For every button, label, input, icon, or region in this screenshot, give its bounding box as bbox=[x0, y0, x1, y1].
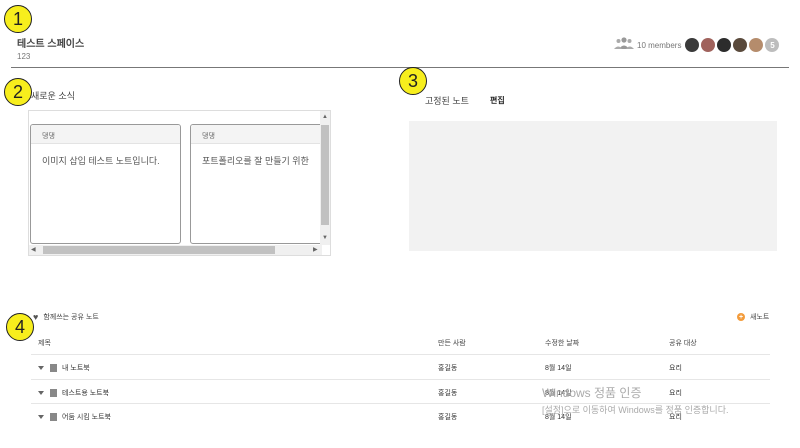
members-count-label: 10 members bbox=[637, 40, 682, 50]
row-date: 8월 14일 bbox=[545, 414, 572, 421]
annotation-marker-2: 2 bbox=[4, 78, 32, 106]
news-card[interactable]: 댕댕 이미지 삽입 테스트 노트입니다. bbox=[30, 124, 181, 244]
column-header-date[interactable]: 수정한 날짜 bbox=[545, 338, 579, 348]
pinned-section-title: 고정된 노트 bbox=[425, 96, 469, 106]
row-date: 8월 14일 bbox=[545, 365, 572, 372]
avatar[interactable] bbox=[701, 38, 716, 52]
card-author: 댕댕 bbox=[31, 125, 180, 144]
row-creator: 홍길동 bbox=[438, 390, 458, 397]
new-note-label: 새노트 bbox=[750, 314, 770, 321]
vertical-scroll-thumb[interactable] bbox=[321, 125, 329, 225]
row-target: 요리 bbox=[669, 365, 682, 372]
row-creator: 홍길동 bbox=[438, 365, 458, 372]
more-members-badge[interactable]: 5 bbox=[765, 38, 780, 52]
column-header-creator[interactable]: 만든 사람 bbox=[438, 338, 466, 348]
expand-caret-icon[interactable] bbox=[38, 391, 44, 396]
annotation-marker-4: 4 bbox=[6, 313, 34, 341]
row-target: 요리 bbox=[669, 414, 682, 421]
avatar[interactable] bbox=[717, 38, 732, 52]
row-title-cell[interactable]: 테스트용 노트북 bbox=[38, 388, 109, 398]
row-target: 요리 bbox=[669, 390, 682, 397]
expand-caret-icon[interactable] bbox=[38, 366, 44, 371]
card-author: 댕댕 bbox=[191, 125, 330, 144]
annotation-marker-3: 3 bbox=[399, 67, 427, 95]
notebook-icon bbox=[50, 389, 57, 398]
table-row[interactable]: 테스트용 노트북 홍길동 8월 14일 요리 bbox=[31, 379, 770, 404]
scroll-down-icon[interactable]: ▼ bbox=[322, 235, 328, 241]
plus-icon: + bbox=[737, 313, 745, 321]
shared-notes-header: ♥ 함께쓰는 공유 노트 bbox=[33, 312, 99, 322]
row-title: 테스트용 노트북 bbox=[62, 390, 110, 397]
table-row[interactable]: 내 노트북 홍길동 8월 14일 요리 bbox=[31, 354, 770, 379]
row-creator: 홍길동 bbox=[438, 414, 458, 421]
avatar[interactable] bbox=[685, 38, 700, 52]
expand-caret-icon[interactable] bbox=[38, 415, 44, 420]
row-title: 내 노트북 bbox=[62, 365, 90, 372]
row-title-cell[interactable]: 내 노트북 bbox=[38, 363, 90, 373]
news-section-title: 새로운 소식 bbox=[31, 91, 75, 101]
header-divider bbox=[11, 67, 789, 68]
notebook-icon bbox=[50, 364, 57, 373]
members-bar[interactable]: 10 members 5 bbox=[614, 36, 780, 54]
space-title: 테스트 스페이스 bbox=[17, 39, 85, 50]
row-title-cell[interactable]: 어둠 시킴 노트북 bbox=[38, 412, 111, 422]
vertical-scrollbar[interactable]: ▲ ▼ bbox=[320, 111, 330, 245]
new-note-button[interactable]: + 새노트 bbox=[737, 312, 769, 322]
row-date: 8월 14일 bbox=[545, 390, 572, 397]
card-text: 포트폴리오를 잘 만들기 위한 bbox=[202, 156, 309, 166]
group-icon bbox=[614, 36, 634, 54]
scroll-up-icon[interactable]: ▲ bbox=[322, 114, 328, 120]
annotation-marker-1: 1 bbox=[4, 5, 32, 33]
row-title: 어둠 시킴 노트북 bbox=[62, 414, 111, 421]
heart-icon: ♥ bbox=[33, 312, 39, 322]
scroll-left-icon[interactable]: ◀ bbox=[31, 247, 36, 253]
news-card-scroll-area[interactable]: 댕댕 이미지 삽입 테스트 노트입니다. 댕댕 포트폴리오를 잘 만들기 위한 … bbox=[28, 110, 331, 256]
column-header-title[interactable]: 제목 bbox=[38, 338, 51, 348]
column-header-share-target[interactable]: 공유 대상 bbox=[669, 338, 697, 348]
horizontal-scrollbar[interactable]: ◀ ▶ bbox=[29, 245, 322, 255]
scroll-right-icon[interactable]: ▶ bbox=[313, 247, 318, 253]
news-card[interactable]: 댕댕 포트폴리오를 잘 만들기 위한 bbox=[190, 124, 330, 244]
avatar[interactable] bbox=[733, 38, 748, 52]
pinned-notes-area bbox=[409, 121, 777, 251]
pinned-edit-button[interactable]: 편집 bbox=[490, 95, 505, 106]
avatar[interactable] bbox=[749, 38, 764, 52]
space-subtitle: 123 bbox=[17, 52, 31, 61]
notebook-icon bbox=[50, 413, 57, 422]
horizontal-scroll-thumb[interactable] bbox=[43, 246, 275, 254]
card-text: 이미지 삽입 테스트 노트입니다. bbox=[42, 156, 160, 166]
shared-notes-title: 함께쓰는 공유 노트 bbox=[43, 314, 99, 321]
table-row[interactable]: 어둠 시킴 노트북 홍길동 8월 14일 요리 bbox=[31, 403, 770, 428]
